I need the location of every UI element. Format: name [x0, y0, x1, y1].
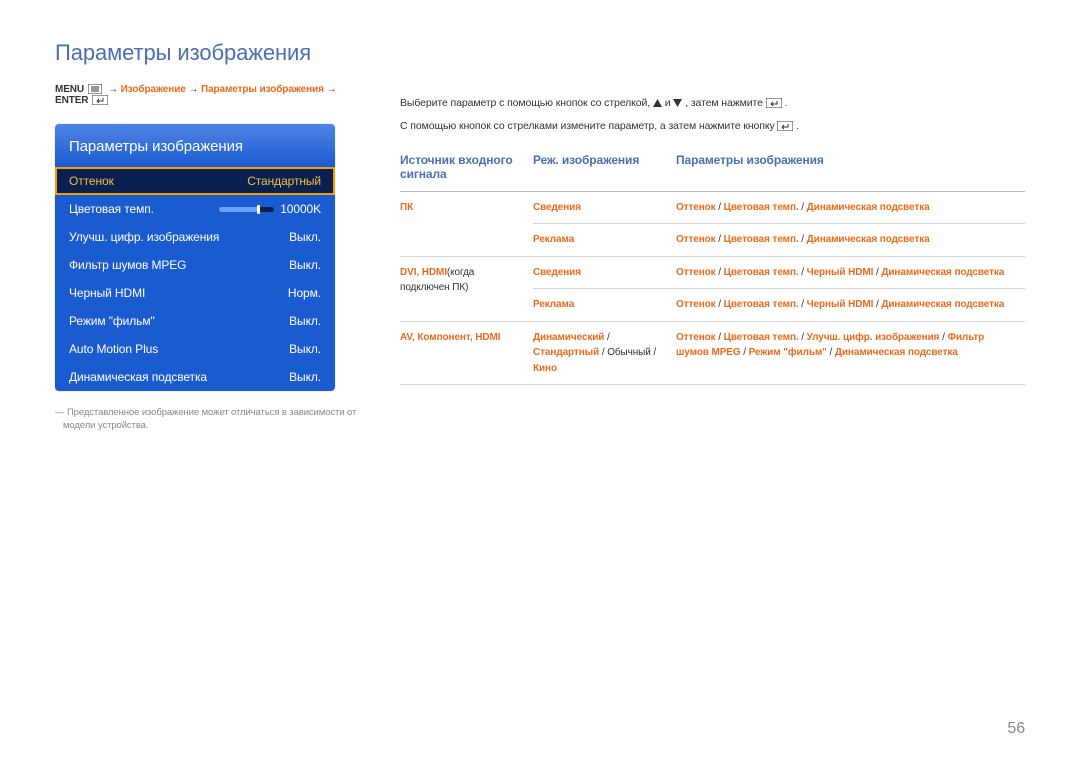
osd-row-value: Стандартный — [247, 174, 321, 188]
osd-row[interactable]: Фильтр шумов MPEG Выкл. — [55, 251, 335, 279]
osd-title: Параметры изображения — [55, 124, 335, 167]
right-column: Выберите параметр с помощью кнопок со ст… — [400, 40, 1025, 433]
slider[interactable] — [219, 207, 274, 212]
osd-row-label: Auto Motion Plus — [69, 342, 158, 356]
osd-row-value: Выкл. — [289, 230, 321, 244]
osd-row[interactable]: Auto Motion Plus Выкл. — [55, 335, 335, 363]
footnote: Представленное изображение может отличат… — [55, 406, 360, 433]
enter-icon — [766, 98, 782, 108]
left-column: Параметры изображения MENU → Изображение… — [55, 40, 360, 433]
osd-row-value: Выкл. — [289, 370, 321, 384]
page-title: Параметры изображения — [55, 40, 360, 66]
table-cell-mode: Реклама — [533, 224, 676, 257]
table-row: AV, Компонент, HDMIДинамический / Станда… — [400, 321, 1025, 385]
menu-icon — [88, 84, 102, 94]
osd-menu: Параметры изображения Оттенок Стандартный… — [55, 124, 335, 391]
osd-row-label: Фильтр шумов MPEG — [69, 258, 186, 272]
osd-body: Оттенок Стандартный Цветовая темп. 10000K Ул… — [55, 167, 335, 391]
osd-row[interactable]: Оттенок Стандартный — [55, 167, 335, 195]
table-cell-params: Оттенок / Цветовая темп. / Динамическая … — [676, 191, 1025, 224]
osd-row[interactable]: Режим "фильм" Выкл. — [55, 307, 335, 335]
breadcrumb-item: Изображение — [121, 84, 186, 95]
breadcrumb-suffix: ENTER — [55, 95, 88, 106]
osd-row-label: Оттенок — [69, 174, 114, 188]
table-cell-mode: Динамический / Стандартный / Обычный / К… — [533, 321, 676, 385]
osd-row-value: Выкл. — [289, 342, 321, 356]
breadcrumb-item: Параметры изображения — [201, 84, 324, 95]
breadcrumb-prefix: MENU — [55, 84, 84, 95]
table-cell-params: Оттенок / Цветовая темп. / Черный HDMI /… — [676, 256, 1025, 289]
table-cell-mode: Реклама — [533, 289, 676, 322]
instruction-line-1: Выберите параметр с помощью кнопок со ст… — [400, 95, 1025, 112]
osd-row-label: Цветовая темп. — [69, 202, 154, 216]
table-cell-source: AV, Компонент, HDMI — [400, 321, 533, 385]
osd-row-value: Выкл. — [289, 314, 321, 328]
osd-row-value: Выкл. — [289, 258, 321, 272]
table-header: Источник входного сигнала — [400, 153, 533, 192]
enter-icon — [92, 95, 108, 105]
osd-row-value: Норм. — [288, 286, 321, 300]
osd-row-label: Режим "фильм" — [69, 314, 155, 328]
table-cell-mode: Сведения — [533, 256, 676, 289]
table-row: DVI, HDMI(когда подключен ПК)СведенияОтт… — [400, 256, 1025, 289]
table-cell-mode: Сведения — [533, 191, 676, 224]
enter-icon — [777, 121, 793, 131]
osd-row-label: Черный HDMI — [69, 286, 145, 300]
table-cell-source: DVI, HDMI(когда подключен ПК) — [400, 256, 533, 321]
breadcrumb: MENU → Изображение → Параметры изображен… — [55, 84, 360, 106]
table-cell-params: Оттенок / Цветовая темп. / Черный HDMI /… — [676, 289, 1025, 322]
table-header: Параметры изображения — [676, 153, 1025, 192]
down-arrow-icon — [673, 99, 682, 107]
osd-row-label: Улучш. цифр. изображения — [69, 230, 219, 244]
table-row: ПКСведенияОттенок / Цветовая темп. / Дин… — [400, 191, 1025, 224]
osd-row[interactable]: Цветовая темп. 10000K — [55, 195, 335, 223]
page-container: Параметры изображения MENU → Изображение… — [0, 0, 1080, 433]
osd-row-value: 10000K — [213, 202, 321, 216]
table-header: Реж. изображения — [533, 153, 676, 192]
table-cell-params: Оттенок / Цветовая темп. / Динамическая … — [676, 224, 1025, 257]
table-cell-params: Оттенок / Цветовая темп. / Улучш. цифр. … — [676, 321, 1025, 385]
instruction-line-2: С помощью кнопок со стрелками измените п… — [400, 118, 1025, 135]
table-cell-source: ПК — [400, 191, 533, 256]
up-arrow-icon — [653, 99, 662, 107]
osd-row[interactable]: Динамическая подсветка Выкл. — [55, 363, 335, 391]
page-number: 56 — [1007, 720, 1025, 738]
options-table: Источник входного сигнала Реж. изображен… — [400, 153, 1025, 386]
osd-row[interactable]: Черный HDMI Норм. — [55, 279, 335, 307]
osd-row-label: Динамическая подсветка — [69, 370, 207, 384]
osd-row[interactable]: Улучш. цифр. изображения Выкл. — [55, 223, 335, 251]
